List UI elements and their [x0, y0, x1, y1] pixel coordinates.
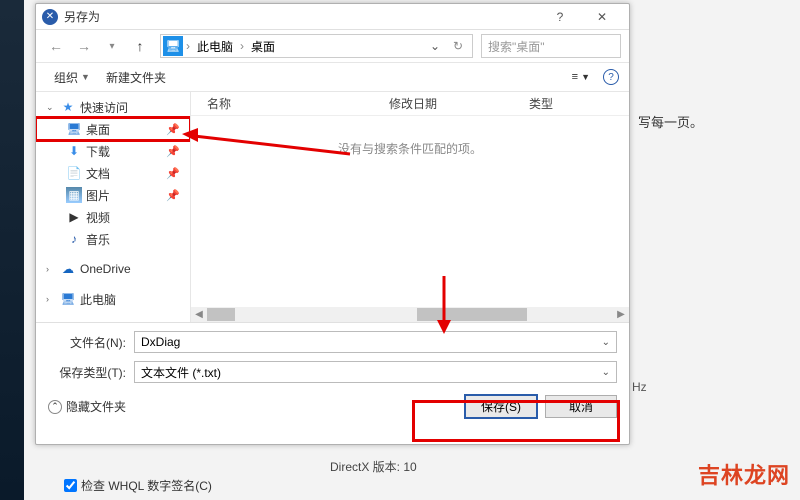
tree-quick-access[interactable]: ⌄★快速访问: [36, 96, 190, 118]
breadcrumb-sep-icon: ›: [237, 39, 247, 53]
filetype-label: 保存类型(T):: [48, 364, 134, 381]
nav-row: ← → ▾ ↑ 🖥 › 此电脑 › 桌面 ⌄ ↻ 搜索"桌面": [36, 30, 629, 62]
scroll-left-icon[interactable]: ◀: [191, 309, 207, 320]
address-bar[interactable]: 🖥 › 此电脑 › 桌面 ⌄ ↻: [160, 34, 473, 58]
scroll-thumb[interactable]: [417, 308, 527, 321]
organize-button[interactable]: 组织▼: [46, 66, 98, 89]
toolbar: 组织▼ 新建文件夹 ≡ ▼ ?: [36, 62, 629, 92]
nav-tree[interactable]: ⌄★快速访问 🖥桌面📌 ⬇下载📌 📄文档📌 ▦图片📌 ▶视频 ♪音乐 ›☁One…: [36, 92, 191, 322]
tree-this-pc[interactable]: ›🖥此电脑: [36, 288, 190, 310]
download-icon: ⬇: [66, 143, 82, 159]
up-button[interactable]: ↑: [128, 34, 152, 58]
list-header: 名称 修改日期 类型: [191, 92, 629, 116]
bg-hz-label: Hz: [632, 380, 647, 394]
filetype-select[interactable]: 文本文件 (*.txt)⌄: [134, 361, 617, 383]
cloud-icon: ☁: [60, 261, 76, 277]
col-date[interactable]: 修改日期: [381, 95, 521, 112]
music-icon: ♪: [66, 231, 82, 247]
chevron-down-icon[interactable]: ⌄: [602, 337, 610, 348]
breadcrumb-desktop[interactable]: 桌面: [247, 36, 279, 56]
recent-dropdown[interactable]: ▾: [100, 34, 124, 58]
dialog-icon: ✕: [42, 9, 58, 25]
filename-label: 文件名(N):: [48, 334, 134, 351]
tree-downloads[interactable]: ⬇下载📌: [36, 140, 190, 162]
forward-button: →: [72, 34, 96, 58]
empty-message: 没有与搜索条件匹配的项。: [191, 140, 629, 157]
chevron-down-icon: ▼: [81, 72, 90, 82]
search-placeholder: 搜索"桌面": [488, 38, 545, 55]
breadcrumb-pc[interactable]: 此电脑: [193, 36, 237, 56]
pin-icon: 📌: [166, 145, 186, 158]
scroll-thumb[interactable]: [207, 308, 235, 321]
chevron-down-icon[interactable]: ⌄: [46, 102, 56, 113]
whql-checkbox[interactable]: [64, 479, 77, 492]
videos-icon: ▶: [66, 209, 82, 225]
new-folder-button[interactable]: 新建文件夹: [98, 66, 174, 89]
dialog-title: 另存为: [64, 8, 539, 25]
pc-icon[interactable]: 🖥: [163, 36, 183, 56]
tree-documents[interactable]: 📄文档📌: [36, 162, 190, 184]
desktop-taskbar-fragment: [0, 0, 24, 500]
h-scrollbar[interactable]: ◀ ▶: [191, 307, 629, 322]
dialog-titlebar[interactable]: ✕ 另存为 ? ✕: [36, 4, 629, 30]
chevron-right-icon[interactable]: ›: [46, 264, 56, 274]
document-icon: 📄: [66, 165, 82, 181]
chevron-right-icon[interactable]: ›: [46, 294, 56, 304]
cancel-button[interactable]: 取消: [545, 395, 617, 418]
refresh-button[interactable]: ↻: [446, 34, 470, 58]
hide-folders-toggle[interactable]: ⌃隐藏文件夹: [48, 398, 126, 415]
address-dropdown-icon[interactable]: ⌄: [424, 39, 446, 53]
pin-icon: 📌: [166, 189, 186, 202]
view-options-button[interactable]: ≡ ▼: [565, 68, 597, 86]
pin-icon: 📌: [166, 123, 186, 136]
tree-onedrive[interactable]: ›☁OneDrive: [36, 258, 190, 280]
whql-checkbox-row[interactable]: 检查 WHQL 数字签名(C): [64, 477, 212, 494]
tree-desktop[interactable]: 🖥桌面📌: [36, 118, 190, 140]
search-input[interactable]: 搜索"桌面": [481, 34, 621, 58]
pc-icon: 🖥: [60, 291, 76, 307]
chevron-up-icon: ⌃: [48, 400, 62, 414]
file-list[interactable]: 名称 修改日期 类型 没有与搜索条件匹配的项。 ◀ ▶: [191, 92, 629, 322]
dialog-bottom: 文件名(N): DxDiag⌄ 保存类型(T): 文本文件 (*.txt)⌄ ⌃…: [36, 322, 629, 424]
back-button[interactable]: ←: [44, 34, 68, 58]
save-button[interactable]: 保存(S): [465, 395, 537, 418]
help-icon[interactable]: ?: [603, 69, 619, 85]
tree-videos[interactable]: ▶视频: [36, 206, 190, 228]
col-type[interactable]: 类型: [521, 95, 629, 112]
help-button[interactable]: ?: [539, 6, 581, 28]
tree-pictures[interactable]: ▦图片📌: [36, 184, 190, 206]
breadcrumb-sep-icon: ›: [183, 39, 193, 53]
desktop-icon: 🖥: [66, 121, 82, 137]
filename-input[interactable]: DxDiag⌄: [134, 331, 617, 353]
watermark: 吉林龙网: [698, 458, 790, 490]
tree-music[interactable]: ♪音乐: [36, 228, 190, 250]
pictures-icon: ▦: [66, 187, 82, 203]
col-name[interactable]: 名称: [191, 95, 381, 112]
chevron-down-icon[interactable]: ⌄: [602, 367, 610, 378]
pin-icon: 📌: [166, 167, 186, 180]
dialog-body: ⌄★快速访问 🖥桌面📌 ⬇下载📌 📄文档📌 ▦图片📌 ▶视频 ♪音乐 ›☁One…: [36, 92, 629, 322]
scroll-right-icon[interactable]: ▶: [613, 309, 629, 320]
directx-version-label: DirectX 版本: 10: [330, 458, 417, 475]
save-as-dialog: ✕ 另存为 ? ✕ ← → ▾ ↑ 🖥 › 此电脑 › 桌面 ⌄ ↻ 搜索"桌面…: [35, 3, 630, 445]
star-icon: ★: [60, 99, 76, 115]
bg-text: 写每一页。: [638, 112, 703, 131]
close-button[interactable]: ✕: [581, 6, 623, 28]
scroll-track[interactable]: [207, 308, 613, 321]
